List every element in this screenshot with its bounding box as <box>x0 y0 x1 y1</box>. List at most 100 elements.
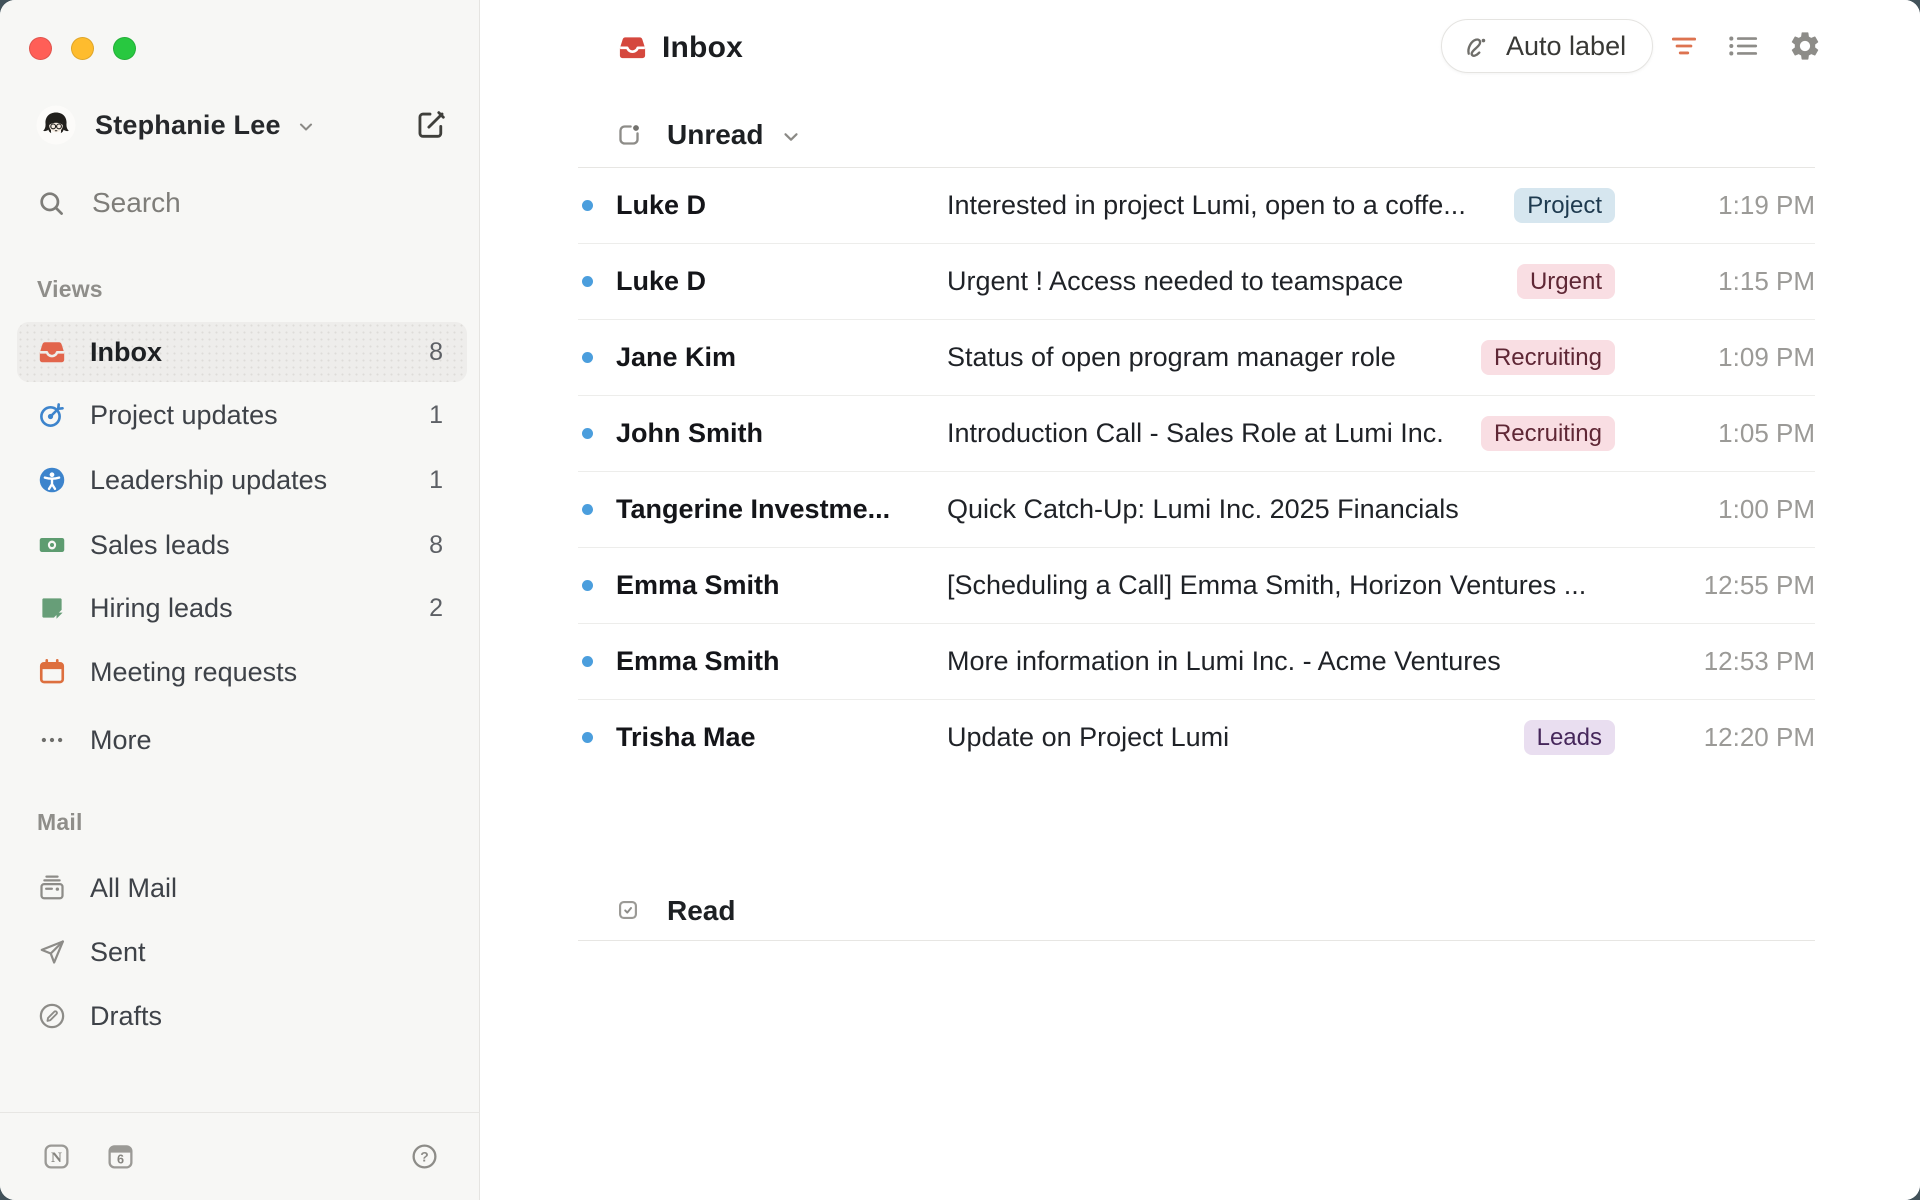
svg-text:6: 6 <box>117 1152 124 1166</box>
unread-dot-icon <box>582 732 593 743</box>
calendar-app-icon[interactable]: 6 <box>106 1142 135 1171</box>
inbox-icon <box>617 32 648 63</box>
sidebar-item-label: Sent <box>90 937 443 968</box>
notion-logo-icon[interactable]: N <box>42 1142 71 1171</box>
sidebar-item-sent[interactable]: Sent <box>17 922 467 982</box>
email-sender: Trisha Mae <box>616 722 921 753</box>
send-icon <box>37 937 67 967</box>
sidebar-item-project-updates[interactable]: Project updates 1 <box>17 385 467 445</box>
search-button[interactable]: Search <box>36 187 181 219</box>
search-icon <box>36 188 67 219</box>
email-time: 12:53 PM <box>1615 646 1815 677</box>
sidebar-item-hiring-leads[interactable]: Hiring leads 2 <box>17 578 467 638</box>
sidebar-item-label: Sales leads <box>90 530 429 561</box>
window-controls <box>29 37 136 60</box>
email-sender: Tangerine Investme... <box>616 494 921 525</box>
sidebar-footer: N 6 ? <box>0 1112 480 1200</box>
email-subject: Quick Catch-Up: Lumi Inc. 2025 Financial… <box>947 494 1615 525</box>
email-time: 1:05 PM <box>1615 418 1815 449</box>
unread-count: 1 <box>429 466 443 495</box>
unread-section-header[interactable]: Unread <box>578 106 1815 164</box>
svg-text:N: N <box>51 1150 62 1166</box>
email-sender: Emma Smith <box>616 570 921 601</box>
list-view-icon[interactable] <box>1726 29 1760 63</box>
sidebar-item-meeting-requests[interactable]: Meeting requests <box>17 642 467 702</box>
unread-dot-icon <box>582 352 593 363</box>
filter-icon[interactable] <box>1667 29 1701 63</box>
account-switcher[interactable]: Stephanie Lee <box>36 105 317 145</box>
email-time: 12:55 PM <box>1615 570 1815 601</box>
banknote-icon <box>37 530 67 560</box>
email-subject: More information in Lumi Inc. - Acme Ven… <box>947 646 1615 677</box>
close-window-button[interactable] <box>29 37 52 60</box>
email-subject: Interested in project Lumi, open to a co… <box>947 190 1500 221</box>
all-mail-icon <box>37 873 67 903</box>
read-section-label: Read <box>667 895 735 927</box>
email-time: 1:19 PM <box>1615 190 1815 221</box>
unread-square-icon <box>615 121 643 149</box>
auto-label-wand-icon <box>1462 31 1493 62</box>
email-time: 1:00 PM <box>1615 494 1815 525</box>
unread-dot-icon <box>582 656 593 667</box>
unread-count: 2 <box>429 594 443 623</box>
email-row[interactable]: Luke D Urgent ! Access needed to teamspa… <box>578 244 1815 320</box>
help-icon[interactable]: ? <box>410 1142 439 1171</box>
sidebar-item-label: Leadership updates <box>90 465 429 496</box>
email-subject: Introduction Call - Sales Role at Lumi I… <box>947 418 1467 449</box>
email-row[interactable]: Emma Smith More information in Lumi Inc.… <box>578 624 1815 700</box>
compose-button[interactable] <box>414 108 448 142</box>
email-subject: [Scheduling a Call] Emma Smith, Horizon … <box>947 570 1615 601</box>
unread-dot-icon <box>582 276 593 287</box>
sidebar-item-drafts[interactable]: Drafts <box>17 986 467 1046</box>
search-label: Search <box>92 187 181 219</box>
ellipsis-icon <box>37 725 67 755</box>
email-row[interactable]: Emma Smith [Scheduling a Call] Emma Smit… <box>578 548 1815 624</box>
email-time: 1:15 PM <box>1615 266 1815 297</box>
unread-dot-icon <box>582 580 593 591</box>
read-section-header[interactable]: Read <box>578 881 1815 941</box>
unread-count: 8 <box>429 531 443 560</box>
auto-label-button-label: Auto label <box>1506 31 1626 62</box>
email-subject: Status of open program manager role <box>947 342 1467 373</box>
label-badge: Recruiting <box>1481 416 1615 451</box>
sidebar-item-label: Project updates <box>90 400 429 431</box>
sidebar: Stephanie Lee Search Views <box>0 0 480 1200</box>
email-row[interactable]: Trisha Mae Update on Project Lumi Leads … <box>578 700 1815 775</box>
unread-dot-icon <box>582 200 593 211</box>
label-badge: Urgent <box>1517 264 1615 299</box>
inbox-tray-icon <box>37 337 67 367</box>
user-name: Stephanie Lee <box>95 110 281 141</box>
note-icon <box>37 593 67 623</box>
drafts-icon <box>37 1001 67 1031</box>
label-badge: Recruiting <box>1481 340 1615 375</box>
sidebar-item-label: Drafts <box>90 1001 443 1032</box>
label-badge: Project <box>1514 188 1615 223</box>
email-sender: Emma Smith <box>616 646 921 677</box>
email-row[interactable]: John Smith Introduction Call - Sales Rol… <box>578 396 1815 472</box>
svg-text:?: ? <box>420 1149 428 1165</box>
email-row[interactable]: Luke D Interested in project Lumi, open … <box>578 168 1815 244</box>
settings-gear-icon[interactable] <box>1788 29 1822 63</box>
calendar-icon <box>37 657 67 687</box>
sidebar-item-all-mail[interactable]: All Mail <box>17 858 467 918</box>
email-subject: Urgent ! Access needed to teamspace <box>947 266 1503 297</box>
unread-count: 8 <box>429 338 443 367</box>
auto-label-button[interactable]: Auto label <box>1441 19 1653 73</box>
avatar <box>36 105 76 145</box>
main-pane: Inbox Auto label <box>480 0 1920 1200</box>
sidebar-item-inbox[interactable]: Inbox 8 <box>17 322 467 382</box>
email-row[interactable]: Jane Kim Status of open program manager … <box>578 320 1815 396</box>
page-title: Inbox <box>662 31 743 65</box>
sidebar-item-sales-leads[interactable]: Sales leads 8 <box>17 515 467 575</box>
email-time: 1:09 PM <box>1615 342 1815 373</box>
chevron-down-icon <box>295 116 317 138</box>
unread-section-label: Unread <box>667 119 763 151</box>
sidebar-item-more[interactable]: More <box>17 710 467 770</box>
sidebar-item-label: Hiring leads <box>90 593 429 624</box>
email-row[interactable]: Tangerine Investme... Quick Catch-Up: Lu… <box>578 472 1815 548</box>
sidebar-item-leadership-updates[interactable]: Leadership updates 1 <box>17 450 467 510</box>
email-sender: Luke D <box>616 266 921 297</box>
mail-section-label: Mail <box>37 809 83 836</box>
zoom-window-button[interactable] <box>113 37 136 60</box>
minimize-window-button[interactable] <box>71 37 94 60</box>
